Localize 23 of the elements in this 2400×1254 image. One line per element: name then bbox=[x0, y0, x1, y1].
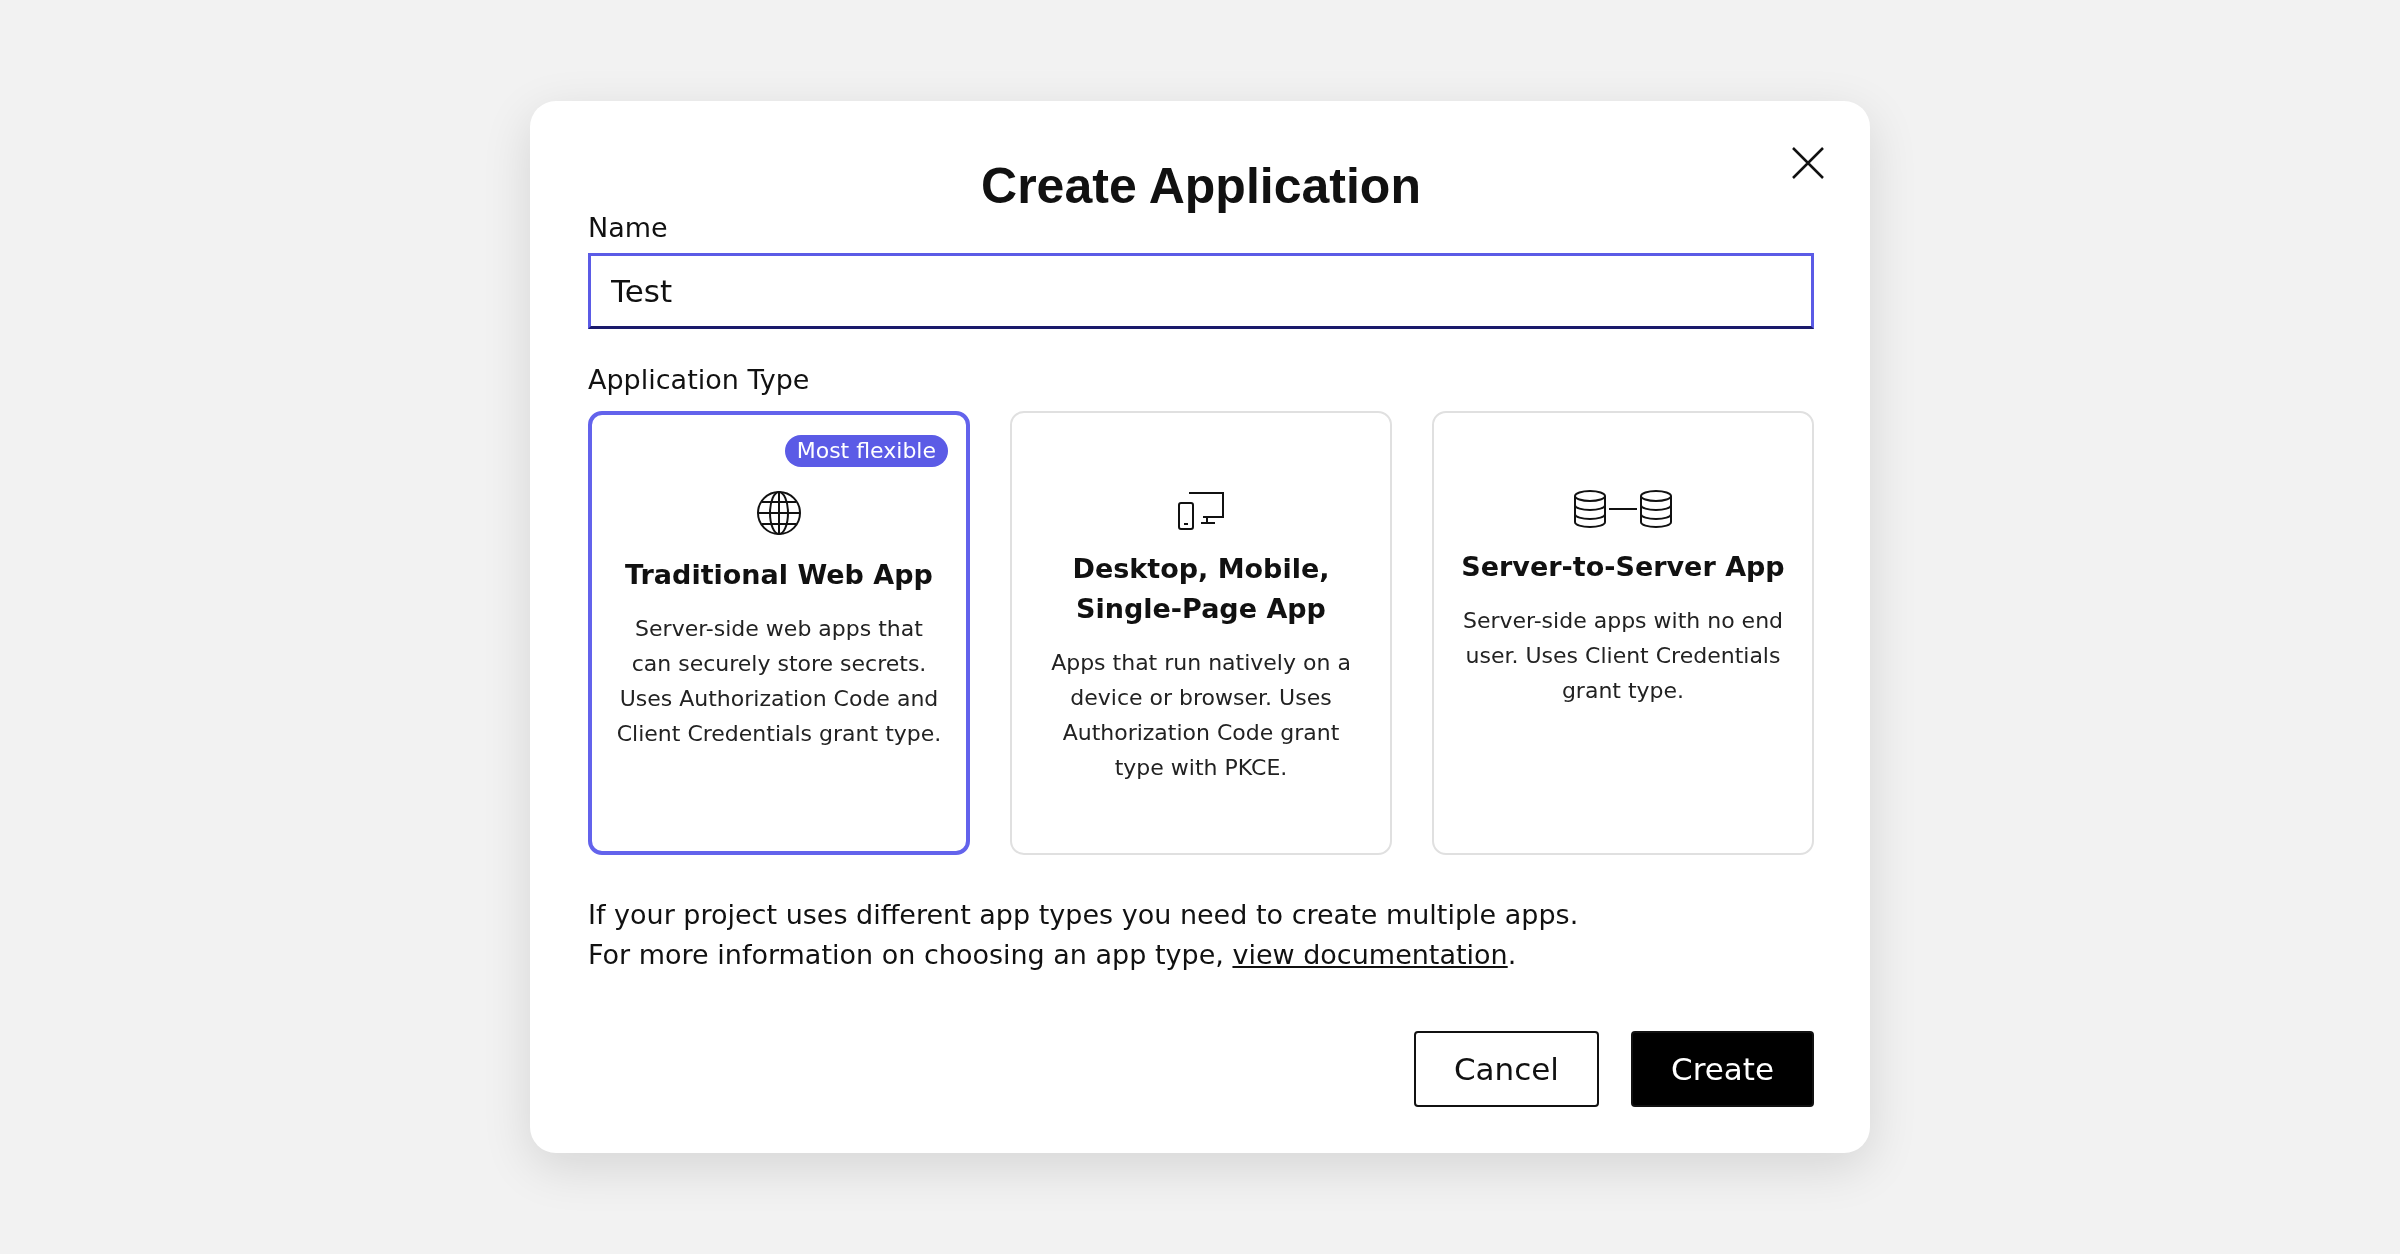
info-text: For more information on choosing an app type, view documentation. bbox=[588, 938, 1518, 972]
section-label: Application Type bbox=[588, 363, 811, 397]
card-title: Server-to-Server App bbox=[1461, 550, 1785, 584]
card-title: Traditional Web App bbox=[625, 558, 933, 592]
name-input-field[interactable]: Test bbox=[588, 253, 1814, 329]
app-type-card[interactable]: Most flexible Traditional Web App Server-side web apps that can securely store secrets. Uses Authorization Code and Client Credentials grant type. bbox=[588, 411, 970, 855]
cancel-button[interactable]: Cancel bbox=[1413, 1031, 1599, 1107]
field-label: Name bbox=[588, 211, 669, 245]
close-icon bbox=[1792, 147, 1824, 179]
info-text: If your project uses different app types you need to create multiple apps. bbox=[588, 898, 1580, 932]
badge: Most flexible bbox=[784, 435, 948, 467]
dialog-title: Create Application bbox=[981, 161, 1421, 211]
card-description: Server-side apps with no end user. Uses Client Credentials grant type. bbox=[1461, 607, 1785, 705]
card-description: Server-side web apps that can securely store secrets. Uses Authorization Code and Client Credentials grant type. bbox=[615, 615, 943, 748]
globe-icon bbox=[755, 489, 803, 537]
server-to-server-icon bbox=[1573, 489, 1673, 529]
app-type-card[interactable]: Desktop, Mobile, Single-Page App Apps that run natively on a device or browser. Uses Authorization Code grant type with PKCE. bbox=[1010, 411, 1392, 855]
card-title: Desktop, Mobile, Single-Page App bbox=[1071, 552, 1331, 626]
card-description: Apps that run natively on a device or browser. Uses Authorization Code grant type with PKCE. bbox=[1050, 649, 1352, 782]
devices-icon bbox=[1177, 489, 1225, 531]
create-button[interactable]: Create bbox=[1631, 1031, 1814, 1107]
documentation-link[interactable]: view documentation bbox=[1232, 939, 1508, 970]
app-type-card[interactable]: Server-to-Server App Server-side apps with no end user. Uses Client Credentials grant type. bbox=[1432, 411, 1814, 855]
